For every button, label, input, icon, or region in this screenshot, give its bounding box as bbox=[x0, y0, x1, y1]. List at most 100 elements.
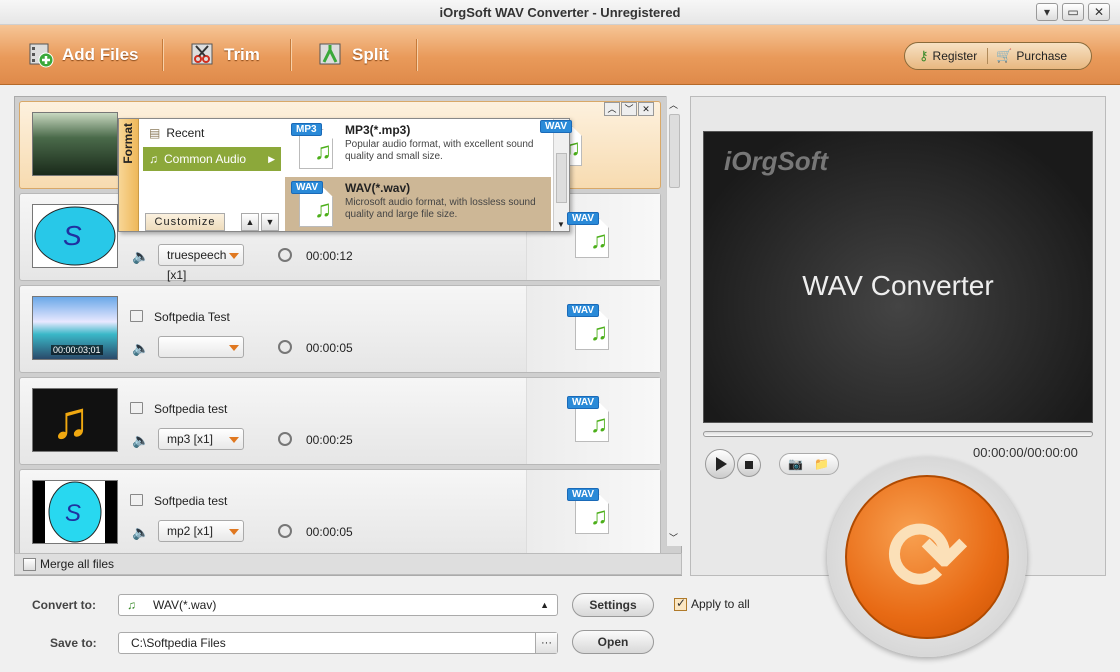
format-popup: Format ▤ Recent ♫ Common Audio ▶ Customize … bbox=[118, 118, 570, 232]
close-button[interactable]: ✕ bbox=[1088, 3, 1110, 21]
audio-track-select[interactable]: mp3 [x1] bbox=[158, 428, 244, 450]
format-badge: WAV bbox=[567, 304, 600, 317]
scroll-thumb[interactable] bbox=[669, 114, 680, 188]
add-file-icon bbox=[28, 42, 54, 68]
cart-icon: 🛒 bbox=[996, 48, 1013, 63]
chevron-right-icon: ▶ bbox=[268, 153, 275, 164]
scroll-up-button[interactable]: ▲ bbox=[241, 213, 259, 231]
wav-file-icon: WAV ♫ bbox=[567, 488, 611, 534]
browse-button[interactable]: ··· bbox=[535, 633, 557, 653]
apply-to-all[interactable]: Apply to all bbox=[674, 596, 750, 611]
merge-all-files[interactable]: Merge all files bbox=[14, 553, 682, 575]
file-row[interactable]: S Softpedia test 🔈 mp2 [x1] 00:00:05 WAV… bbox=[19, 469, 661, 557]
brand-logo: iOrgSoft bbox=[724, 146, 828, 176]
clock-icon bbox=[278, 248, 292, 262]
audio-track-value: mp2 [x1] bbox=[167, 524, 214, 538]
recent-icon: ▤ bbox=[149, 126, 161, 140]
scroll-down-icon[interactable]: ▼ bbox=[557, 220, 565, 229]
svg-text:S: S bbox=[63, 220, 82, 251]
stop-button[interactable] bbox=[737, 453, 761, 477]
scissors-icon bbox=[190, 42, 216, 68]
purchase-label: Purchase bbox=[1016, 49, 1068, 63]
clock-icon bbox=[278, 432, 292, 446]
film-icon bbox=[130, 402, 143, 414]
clock-icon bbox=[278, 340, 292, 354]
convert-button[interactable]: ⟳ bbox=[827, 457, 1027, 657]
format-badge: WAV bbox=[567, 396, 600, 409]
file-name: Softpedia test bbox=[154, 494, 228, 508]
title-bar: iOrgSoft WAV Converter - Unregistered ▾ … bbox=[0, 0, 1120, 25]
apply-all-label: Apply to all bbox=[691, 597, 750, 611]
open-button[interactable]: Open bbox=[572, 630, 654, 654]
save-to-value: C:\Softpedia Files bbox=[131, 636, 226, 650]
audio-track-select[interactable] bbox=[158, 336, 244, 358]
split-button[interactable]: Split bbox=[318, 39, 389, 71]
customize-button[interactable]: Customize bbox=[145, 213, 225, 231]
music-note-icon: ♫ bbox=[51, 392, 90, 450]
category-common-audio[interactable]: ♫ Common Audio ▶ bbox=[143, 147, 281, 171]
chevron-down-icon bbox=[229, 345, 239, 351]
audio-track-select[interactable]: truespeech [x1] bbox=[158, 244, 244, 282]
purchase-button[interactable]: 🛒 Purchase bbox=[987, 48, 1067, 64]
output-format-cell[interactable]: WAV ♫ bbox=[526, 378, 660, 464]
folder-icon[interactable]: 📁 bbox=[814, 457, 829, 471]
wav-file-icon: WAV ♫ bbox=[567, 212, 611, 258]
chevron-down-icon bbox=[229, 529, 239, 535]
file-name: Softpedia Test bbox=[154, 310, 230, 324]
thumbnail-timestamp: 00:00:03;01 bbox=[51, 345, 103, 355]
speaker-icon: 🔈 bbox=[132, 524, 150, 540]
register-purchase-group: ⚷ Register 🛒 Purchase bbox=[904, 42, 1092, 70]
split-label: Split bbox=[352, 45, 389, 64]
file-row[interactable]: 00:00:03;01 Softpedia Test 🔈 00:00:05 WA… bbox=[19, 285, 661, 373]
window-title: iOrgSoft WAV Converter - Unregistered bbox=[439, 5, 681, 20]
output-format-cell[interactable]: WAV ♫ bbox=[526, 286, 660, 372]
capture-group: 📷 📁 bbox=[779, 453, 839, 475]
apply-all-checkbox[interactable] bbox=[674, 596, 687, 611]
film-icon bbox=[130, 310, 143, 322]
file-duration: 00:00:05 bbox=[306, 525, 353, 539]
format-badge: MP3 bbox=[291, 123, 322, 136]
scroll-down-icon[interactable]: ﹀ bbox=[669, 531, 678, 544]
key-icon: ⚷ bbox=[919, 48, 929, 63]
add-files-button[interactable]: Add Files bbox=[28, 39, 139, 71]
register-button[interactable]: ⚷ Register bbox=[919, 48, 977, 64]
maximize-button[interactable]: ▭ bbox=[1062, 3, 1084, 21]
trim-button[interactable]: Trim bbox=[190, 39, 260, 71]
toolbar-separator bbox=[290, 39, 291, 71]
scroll-down-button[interactable]: ▼ bbox=[261, 213, 279, 231]
output-format-cell[interactable]: WAV ♫ bbox=[526, 470, 660, 556]
add-files-label: Add Files bbox=[62, 45, 139, 64]
file-thumbnail: S bbox=[32, 204, 118, 268]
save-to-field[interactable]: C:\Softpedia Files ··· bbox=[118, 632, 558, 654]
convert-to-label: Convert to: bbox=[32, 598, 96, 612]
minimize-button[interactable]: ▾ bbox=[1036, 3, 1058, 21]
convert-to-select[interactable]: ♫ WAV(*.wav) ▲ bbox=[118, 594, 558, 616]
scroll-up-icon[interactable]: ︿ bbox=[669, 98, 678, 111]
file-thumbnail: 00:00:03;01 bbox=[32, 296, 118, 360]
category-recent[interactable]: ▤ Recent bbox=[143, 121, 281, 145]
toolbar-separator bbox=[162, 39, 163, 71]
settings-button[interactable]: Settings bbox=[572, 593, 654, 617]
scroll-thumb[interactable] bbox=[556, 153, 567, 203]
format-title: WAV(*.wav) bbox=[345, 181, 411, 195]
playback-time: 00:00:00/00:00:00 bbox=[973, 445, 1078, 460]
preview-screen: iOrgSoft WAV Converter bbox=[703, 131, 1093, 423]
merge-checkbox[interactable] bbox=[23, 557, 36, 571]
format-side-tab: Format bbox=[119, 119, 139, 231]
preview-title: WAV Converter bbox=[802, 270, 994, 301]
file-duration: 00:00:25 bbox=[306, 433, 353, 447]
play-button[interactable] bbox=[705, 449, 735, 479]
svg-text:S: S bbox=[65, 500, 81, 527]
camera-icon[interactable]: 📷 bbox=[788, 457, 803, 471]
file-list-scrollbar[interactable]: ︿ ﹀ bbox=[666, 96, 682, 546]
format-option-wav[interactable]: WAV ♫ WAV(*.wav) Microsoft audio format, … bbox=[285, 177, 551, 231]
audio-icon: ♫ bbox=[149, 152, 158, 166]
audio-track-select[interactable]: mp2 [x1] bbox=[158, 520, 244, 542]
speaker-icon: 🔈 bbox=[132, 248, 150, 264]
seek-bar[interactable] bbox=[703, 431, 1093, 437]
wav-file-icon: WAV ♫ bbox=[291, 181, 337, 231]
format-option-mp3[interactable]: MP3 ♫ MP3(*.mp3) Popular audio format, wi… bbox=[285, 119, 551, 177]
convert-button-face: ⟳ bbox=[845, 475, 1009, 639]
file-duration: 00:00:12 bbox=[306, 249, 353, 263]
file-row[interactable]: ♫ Softpedia test 🔈 mp3 [x1] 00:00:25 WAV… bbox=[19, 377, 661, 465]
